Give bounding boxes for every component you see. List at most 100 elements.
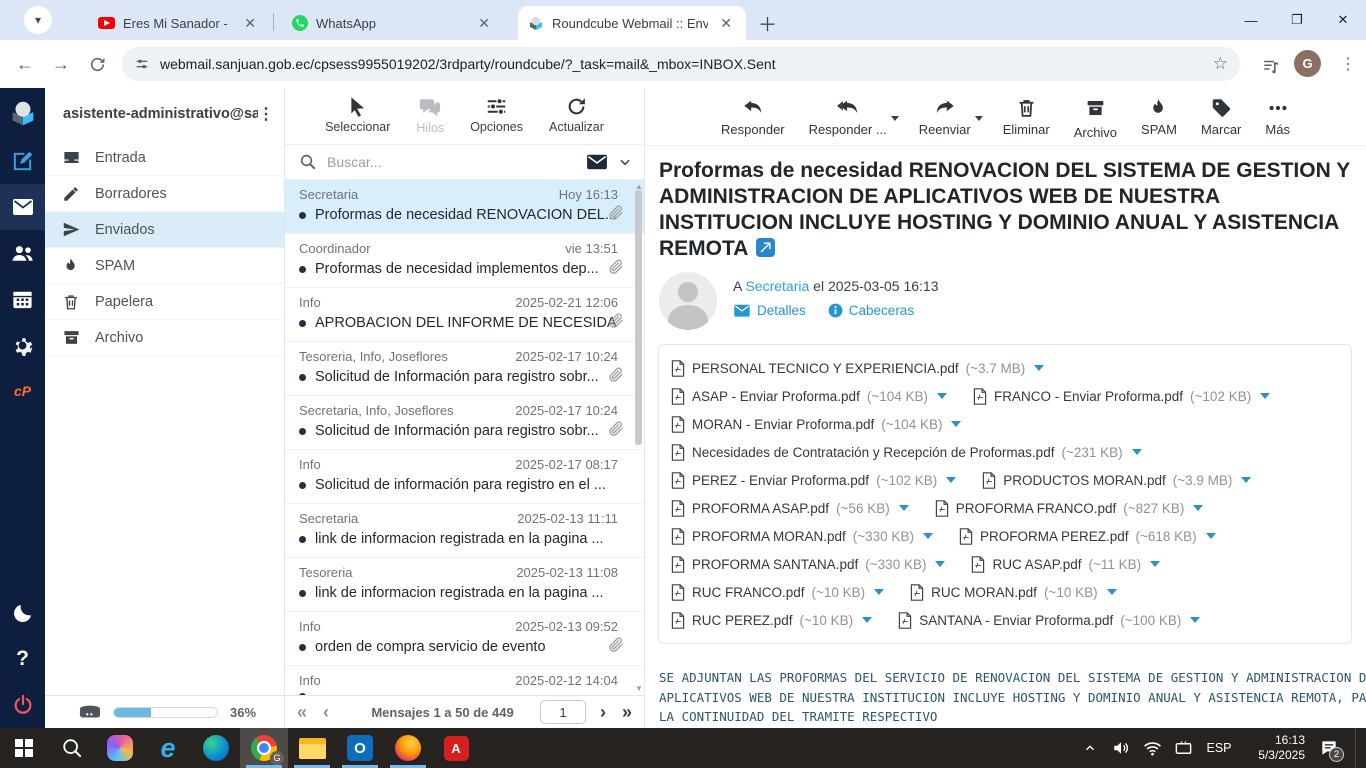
browser-profile-avatar[interactable]: G — [1294, 50, 1321, 77]
attachment-menu-caret[interactable] — [1132, 449, 1142, 455]
outlook-button[interactable] — [336, 728, 384, 768]
message-row[interactable]: Tesoreria, Info, Joseflores 2025-02-17 1… — [285, 342, 644, 396]
archive-button[interactable]: Archivo — [1074, 97, 1117, 140]
tray-chevron-icon[interactable] — [1078, 728, 1102, 768]
help-button[interactable]: ? — [0, 636, 45, 682]
cpanel-link[interactable]: cP — [0, 368, 45, 414]
tab-roundcube[interactable]: Roundcube Webmail :: Enviados ✕ — [518, 6, 746, 40]
list-scrollbar-thumb[interactable] — [635, 190, 642, 445]
attachment-item[interactable]: PERSONAL TECNICO Y EXPERIENCIA.pdf (~3.7… — [671, 354, 1044, 382]
attachment-item[interactable]: RUC ASAP.pdf (~11 KB) — [971, 550, 1160, 578]
attachment-menu-caret[interactable] — [874, 589, 884, 595]
headers-toggle[interactable]: Cabeceras — [828, 303, 914, 318]
attachment-menu-caret[interactable] — [1034, 365, 1044, 371]
reply-all-dropdown-caret[interactable] — [891, 116, 899, 121]
attachment-menu-caret[interactable] — [1241, 477, 1251, 483]
search-scope-mail-icon[interactable] — [586, 153, 608, 171]
forward-dropdown-caret[interactable] — [975, 116, 983, 121]
back-button[interactable]: ← — [12, 51, 38, 77]
attachment-menu-caret[interactable] — [899, 505, 909, 511]
attachment-item[interactable]: PROFORMA ASAP.pdf (~56 KB) — [671, 494, 909, 522]
next-page-button[interactable]: › — [600, 702, 606, 723]
minimize-button[interactable]: — — [1228, 0, 1274, 40]
attachment-item[interactable]: RUC MORAN.pdf (~10 KB) — [910, 578, 1116, 606]
folder-item-enviados[interactable]: Enviados — [45, 212, 284, 248]
attachment-name[interactable]: PROFORMA PEREZ.pdf — [980, 529, 1129, 544]
compose-button[interactable] — [0, 138, 45, 184]
attachment-name[interactable]: ASAP - Enviar Proforma.pdf — [692, 389, 860, 404]
taskbar-search-button[interactable] — [48, 728, 96, 768]
dark-mode-button[interactable] — [0, 590, 45, 636]
logout-button[interactable] — [0, 682, 45, 728]
browser-menu-icon[interactable]: ⋮ — [1335, 51, 1361, 77]
reply-all-button[interactable]: Responder ... — [809, 97, 887, 137]
attachment-item[interactable]: RUC FRANCO.pdf (~10 KB) — [671, 578, 884, 606]
site-settings-icon[interactable] — [134, 56, 150, 72]
media-controls-icon[interactable] — [1258, 53, 1284, 79]
reply-button[interactable]: Responder — [721, 97, 785, 137]
bookmark-star-icon[interactable]: ☆ — [1213, 54, 1228, 74]
attachment-name[interactable]: RUC PEREZ.pdf — [692, 613, 793, 628]
folder-item-archivo[interactable]: Archivo — [45, 320, 284, 356]
roundcube-logo[interactable] — [0, 88, 45, 138]
attachment-item[interactable]: ASAP - Enviar Proforma.pdf (~104 KB) — [671, 382, 947, 410]
folder-item-entrada[interactable]: Entrada — [45, 140, 284, 176]
attachment-menu-caret[interactable] — [1206, 533, 1216, 539]
list-scrollbar[interactable]: ▲ ▼ — [635, 182, 643, 693]
attachment-item[interactable]: SANTANA - Enviar Proforma.pdf (~100 KB) — [898, 606, 1200, 634]
recipient-link[interactable]: Secretaria — [745, 278, 809, 294]
attachment-menu-caret[interactable] — [935, 561, 945, 567]
tab-search-chevron-icon[interactable]: ▾ — [24, 6, 52, 34]
spam-button[interactable]: SPAM — [1141, 97, 1177, 137]
action-center-button[interactable]: 2 — [1312, 728, 1346, 768]
search-input[interactable] — [327, 154, 576, 170]
attachment-menu-caret[interactable] — [937, 393, 947, 399]
attachment-name[interactable]: PROFORMA SANTANA.pdf — [692, 557, 858, 572]
page-number-input[interactable] — [540, 700, 586, 724]
attachment-name[interactable]: PRODUCTOS MORAN.pdf — [1003, 473, 1166, 488]
attachment-menu-caret[interactable] — [1260, 393, 1270, 399]
attachment-item[interactable]: PEREZ - Enviar Proforma.pdf (~102 KB) — [671, 466, 956, 494]
start-button[interactable] — [0, 728, 48, 768]
internet-explorer-icon[interactable]: e — [144, 728, 192, 768]
attachment-name[interactable]: MORAN - Enviar Proforma.pdf — [692, 417, 874, 432]
attachment-item[interactable]: PROFORMA PEREZ.pdf (~618 KB) — [959, 522, 1216, 550]
attachment-menu-caret[interactable] — [1193, 505, 1203, 511]
message-row[interactable]: Info 2025-02-21 12:06 APROBACION DEL INF… — [285, 288, 644, 342]
attachment-name[interactable]: RUC MORAN.pdf — [931, 585, 1037, 600]
folder-item-papelera[interactable]: Papelera — [45, 284, 284, 320]
message-row[interactable]: Secretaria, Info, Joseflores 2025-02-17 … — [285, 396, 644, 450]
attachment-name[interactable]: RUC FRANCO.pdf — [692, 585, 805, 600]
message-row[interactable]: Tesoreria 2025-02-13 11:08 link de infor… — [285, 558, 644, 612]
prev-page-button[interactable]: ‹ — [323, 702, 329, 723]
attachment-name[interactable]: PERSONAL TECNICO Y EXPERIENCIA.pdf — [692, 361, 959, 376]
tab-whatsapp[interactable]: WhatsApp ✕ — [282, 6, 504, 40]
volume-icon[interactable] — [1109, 728, 1133, 768]
last-page-button[interactable]: » — [622, 702, 632, 723]
delete-button[interactable]: Eliminar — [1003, 97, 1050, 137]
attachment-menu-caret[interactable] — [1107, 589, 1117, 595]
attachment-item[interactable]: RUC PEREZ.pdf (~10 KB) — [671, 606, 872, 634]
settings-nav-button[interactable] — [0, 322, 45, 368]
message-row[interactable]: Info 2025-02-17 08:17 Solicitud de infor… — [285, 450, 644, 504]
firefox-button[interactable] — [384, 728, 432, 768]
attachment-menu-caret[interactable] — [862, 617, 872, 623]
taskbar-clock[interactable]: 16:13 5/3/2025 — [1243, 733, 1305, 763]
mark-button[interactable]: Marcar — [1201, 97, 1241, 137]
message-row[interactable]: Info 2025-02-12 14:04 — [285, 666, 644, 695]
attachment-item[interactable]: MORAN - Enviar Proforma.pdf (~104 KB) — [671, 410, 961, 438]
attachment-name[interactable]: Necesidades de Contratación y Recepción … — [692, 445, 1054, 460]
folder-item-borradores[interactable]: Borradores — [45, 176, 284, 212]
message-row[interactable]: Secretaria 2025-02-13 11:11 link de info… — [285, 504, 644, 558]
folder-item-spam[interactable]: SPAM — [45, 248, 284, 284]
reload-button[interactable] — [84, 51, 110, 77]
attachment-menu-caret[interactable] — [946, 477, 956, 483]
open-in-new-window-icon[interactable] — [756, 238, 775, 257]
display-connect-icon[interactable] — [1171, 728, 1195, 768]
url-text[interactable]: webmail.sanjuan.gob.ec/cpsess9955019202/… — [160, 56, 1205, 72]
attachment-name[interactable]: PROFORMA MORAN.pdf — [692, 529, 846, 544]
attachment-name[interactable]: SANTANA - Enviar Proforma.pdf — [919, 613, 1113, 628]
details-toggle[interactable]: Detalles — [733, 303, 806, 318]
attachment-name[interactable]: RUC ASAP.pdf — [992, 557, 1081, 572]
copilot-icon[interactable] — [96, 728, 144, 768]
